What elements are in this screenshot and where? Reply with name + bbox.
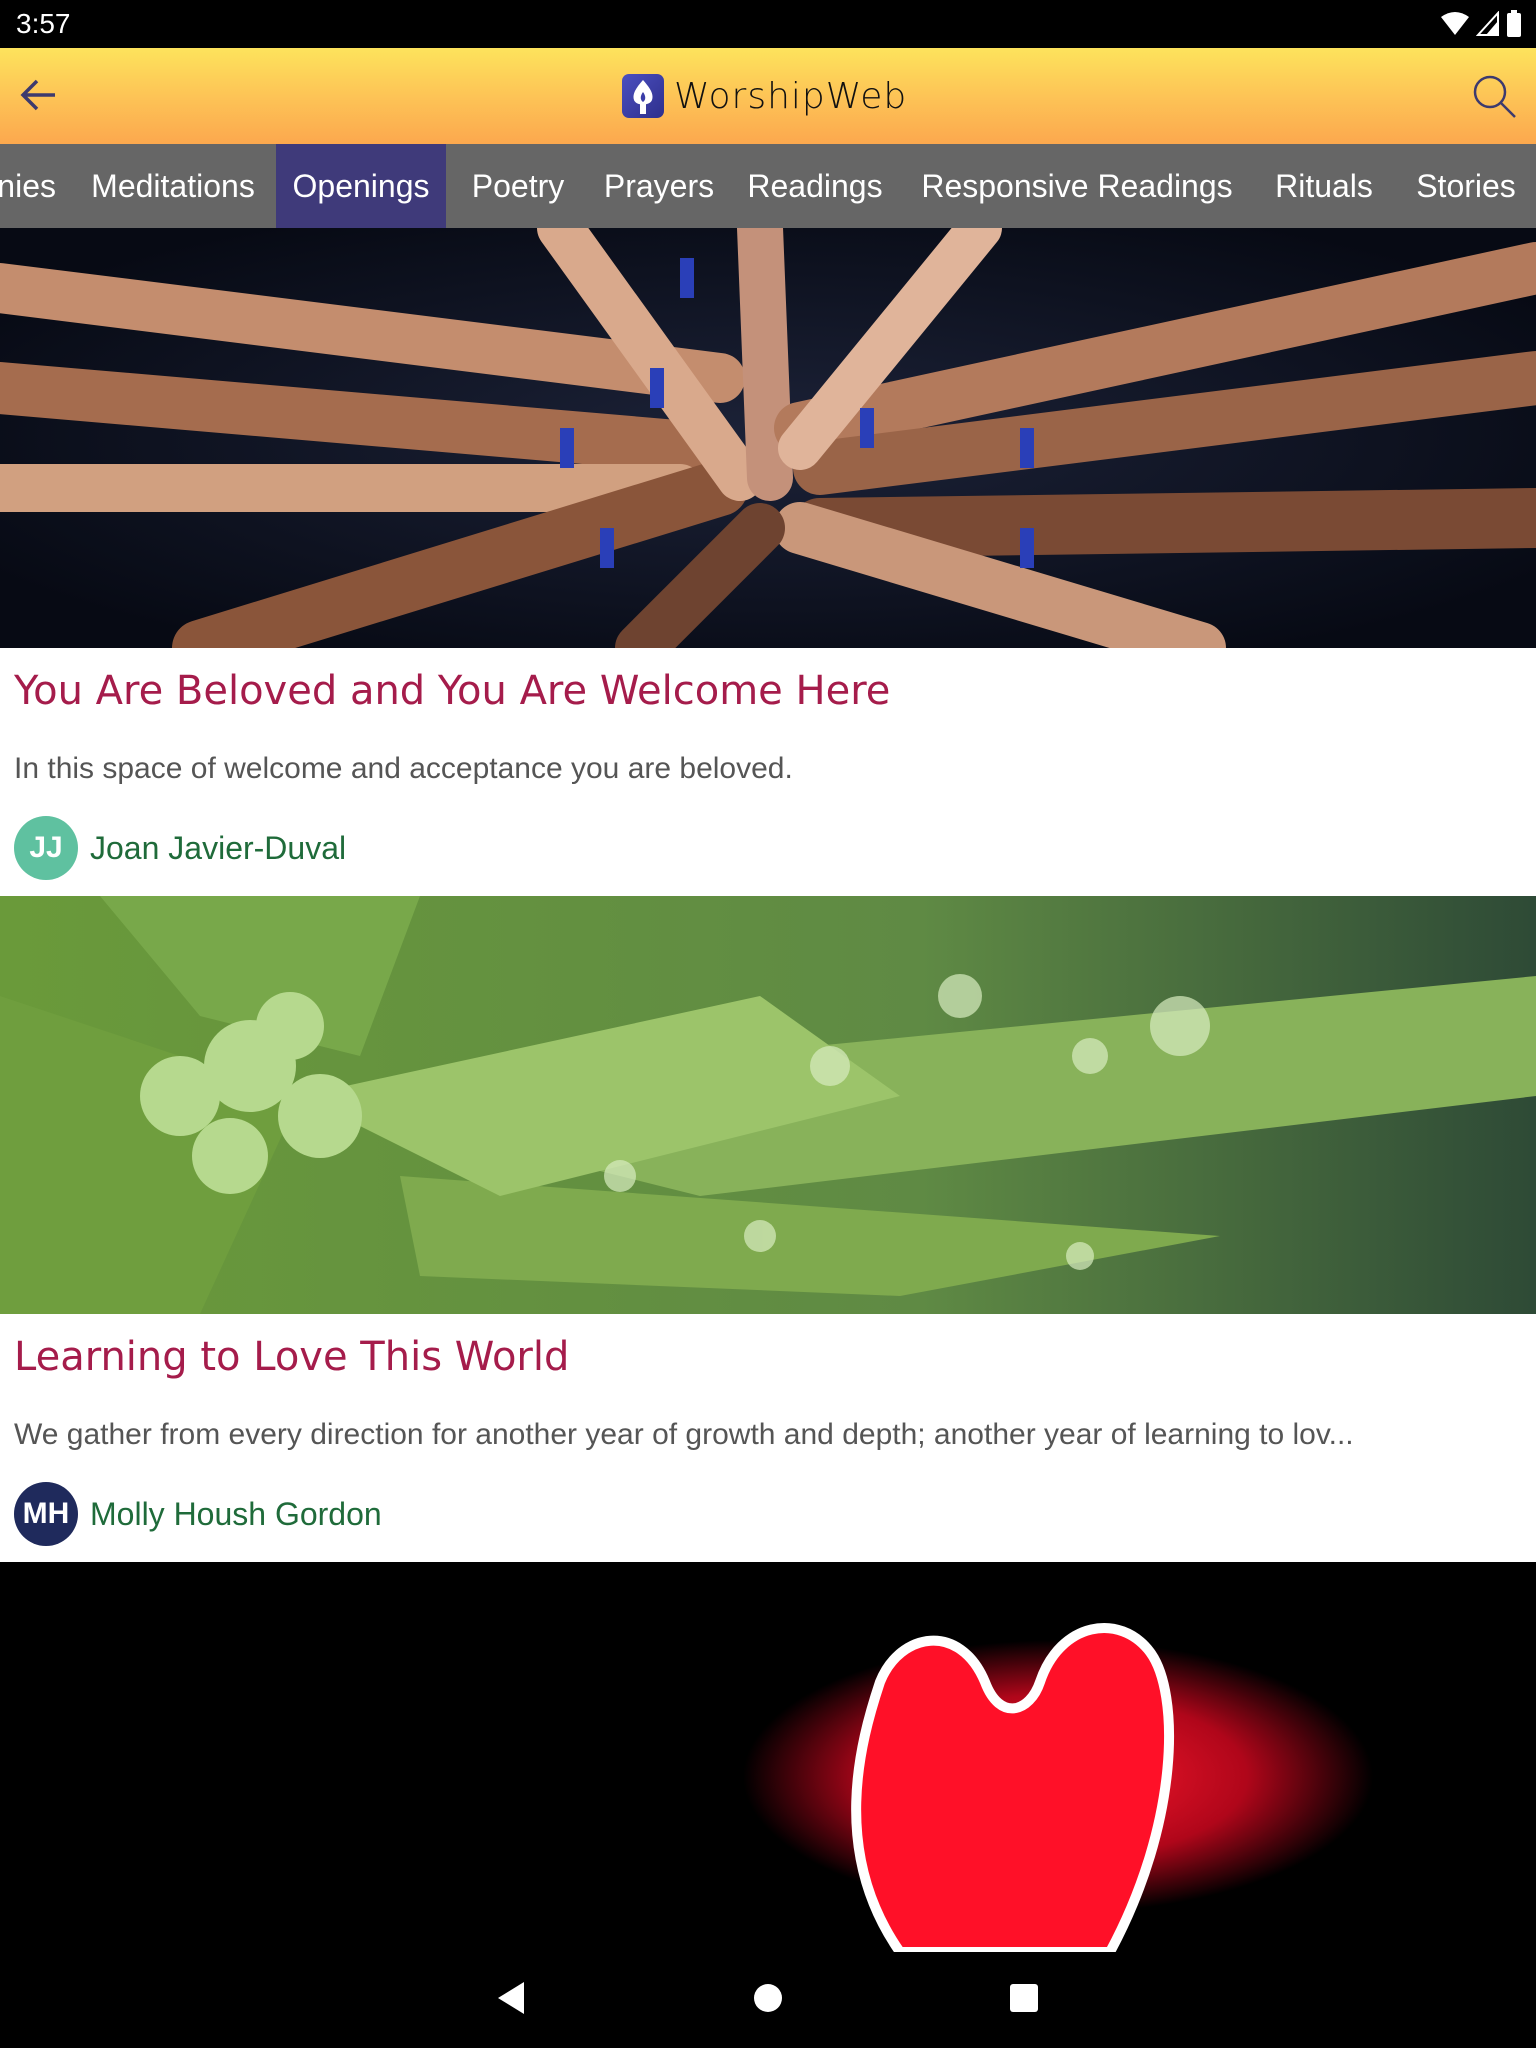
tab-label: Poetry [471, 167, 565, 204]
tab-label: Rituals [1275, 167, 1373, 204]
avatar: JJ [14, 816, 78, 880]
tab-openings[interactable]: Openings [276, 144, 446, 228]
nav-back-button[interactable] [490, 1978, 534, 2022]
tab-readings[interactable]: Readings [728, 144, 902, 228]
tab-label: Readings [747, 167, 883, 204]
nav-recents-icon [1008, 1982, 1040, 2019]
card-description: We gather from every direction for anoth… [14, 1418, 1354, 1451]
tab-label: Responsive Readings [921, 167, 1233, 204]
app-bar: WorshipWeb [0, 48, 1536, 144]
green-lily-with-water-drops-photo [0, 896, 1536, 1314]
tab-label: Prayers [603, 167, 715, 204]
tab-prayers[interactable]: Prayers [590, 144, 728, 228]
nav-back-icon [496, 1980, 528, 2021]
flame-chalice-icon [622, 74, 664, 118]
nav-home-button[interactable] [746, 1978, 790, 2022]
category-tabs: nies Meditations Openings Poetry Prayers… [0, 144, 1536, 228]
search-icon [1470, 72, 1518, 125]
tab-meditations[interactable]: Meditations [70, 144, 276, 228]
nav-recents-button[interactable] [1002, 1978, 1046, 2022]
card-description: In this space of welcome and acceptance … [14, 752, 793, 785]
system-nav-bar [0, 1952, 1536, 2048]
app-logo: WorshipWeb [622, 72, 907, 120]
wifi-icon [1440, 11, 1470, 42]
card-image-hands[interactable] [0, 228, 1536, 648]
avatar: MH [14, 1482, 78, 1546]
app-title: WorshipWeb [674, 75, 908, 117]
tab-label: Openings [292, 167, 430, 204]
author-name[interactable]: Joan Javier-Duval [90, 830, 346, 867]
back-button[interactable] [14, 72, 64, 122]
status-icons [1440, 10, 1522, 43]
status-bar: 3:57 [0, 0, 1536, 48]
tab-poetry[interactable]: Poetry [446, 144, 590, 228]
tab-responsive-readings[interactable]: Responsive Readings [902, 144, 1252, 228]
card-title[interactable]: Learning to Love This World [14, 1334, 569, 1380]
hands-stacked-together-photo [0, 228, 1536, 648]
card-you-are-beloved[interactable]: You Are Beloved and You Are Welcome Here… [0, 648, 1536, 896]
red-neon-heart-photo [0, 1562, 1536, 1952]
search-button[interactable] [1468, 72, 1520, 124]
tab-rituals[interactable]: Rituals [1252, 144, 1396, 228]
card-author[interactable]: MH Molly Housh Gordon [14, 1482, 382, 1546]
status-time: 3:57 [16, 8, 71, 39]
tab-label: Meditations [91, 167, 255, 204]
signal-icon [1475, 10, 1500, 42]
tab-stories[interactable]: Stories [1396, 144, 1536, 228]
card-author[interactable]: JJ Joan Javier-Duval [14, 816, 346, 880]
tab-label: nies [0, 167, 56, 204]
card-image-heart[interactable] [0, 1562, 1536, 1952]
card-title[interactable]: You Are Beloved and You Are Welcome Here [14, 668, 890, 714]
nav-home-icon [752, 1982, 784, 2019]
tab-ceremonies[interactable]: nies [0, 144, 70, 228]
tab-label: Stories [1416, 167, 1516, 204]
battery-icon [1506, 10, 1522, 43]
arrow-left-icon [19, 75, 59, 120]
card-learning-to-love[interactable]: Learning to Love This World We gather fr… [0, 1314, 1536, 1562]
author-name[interactable]: Molly Housh Gordon [90, 1496, 382, 1533]
card-image-lily[interactable] [0, 896, 1536, 1314]
